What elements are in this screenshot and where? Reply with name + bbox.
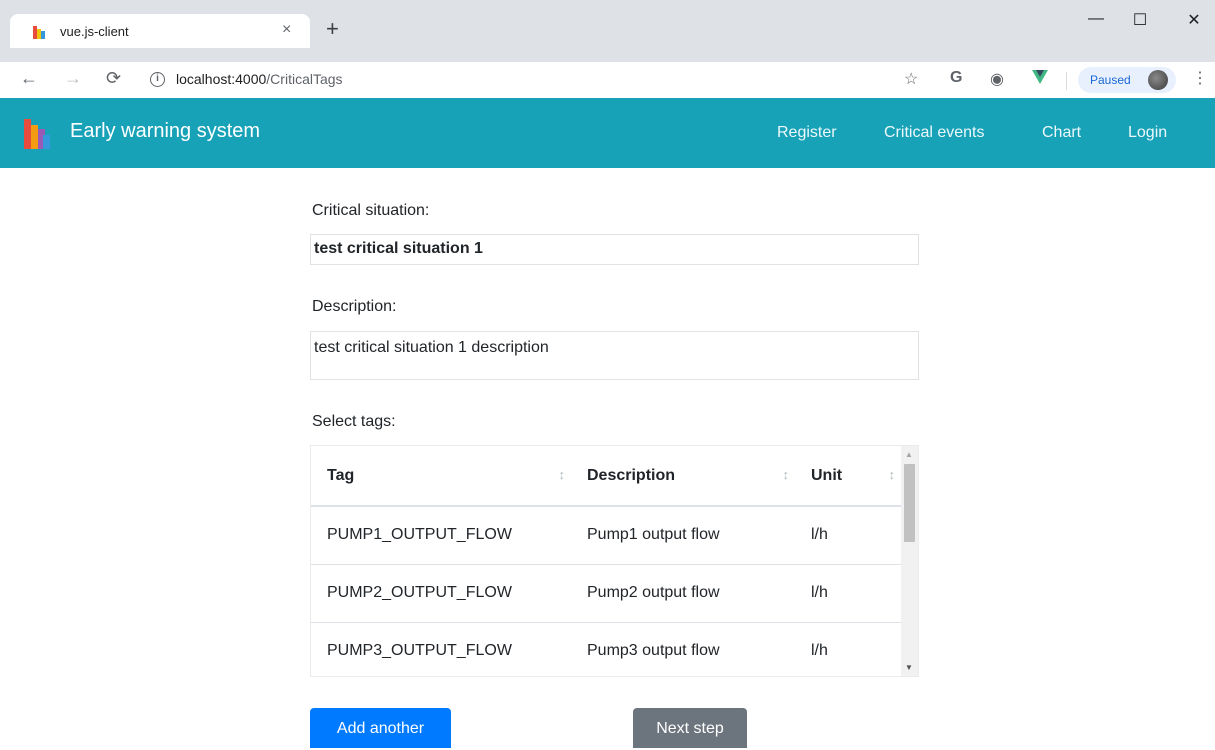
sort-icon[interactable]: ↕ — [889, 467, 896, 482]
menu-dots-icon[interactable]: ⋮ — [1192, 68, 1208, 88]
extension-icon[interactable]: ◉ — [990, 69, 1004, 89]
table-row[interactable]: PUMP3_OUTPUT_FLOW Pump3 output flow l/h — [311, 622, 901, 676]
cell-description: Pump3 output flow — [571, 622, 795, 676]
info-icon[interactable]: i — [150, 72, 165, 87]
column-header-unit[interactable]: Unit ↕ — [795, 446, 901, 507]
app-favicon-icon — [33, 26, 45, 39]
scrollbar-thumb[interactable] — [904, 464, 915, 542]
browser-toolbar: ← → ⟳ i localhost:4000/CriticalTags ☆ G … — [0, 62, 1215, 98]
window-close-icon[interactable]: ✕ — [1184, 10, 1204, 30]
new-tab-icon[interactable]: + — [326, 18, 339, 40]
column-header-label: Unit — [811, 466, 843, 484]
vue-devtools-icon[interactable] — [1032, 70, 1048, 84]
select-tags-label: Select tags: — [312, 413, 396, 430]
tab-close-icon[interactable]: × — [282, 21, 291, 39]
column-header-description[interactable]: Description ↕ — [571, 446, 795, 507]
table-header-row: Tag ↕ Description ↕ Unit ↕ — [311, 446, 901, 507]
google-icon[interactable]: G — [950, 69, 962, 87]
critical-situation-label: Critical situation: — [312, 202, 430, 219]
sort-icon[interactable]: ↕ — [783, 467, 790, 482]
scroll-down-icon[interactable]: ▼ — [905, 663, 913, 672]
browser-tab[interactable]: vue.js-client × — [10, 14, 310, 48]
profile-status: Paused — [1090, 73, 1131, 87]
critical-situation-field[interactable]: test critical situation 1 — [310, 234, 919, 265]
cell-tag: PUMP1_OUTPUT_FLOW — [311, 506, 571, 565]
add-another-button[interactable]: Add another — [310, 708, 451, 748]
description-field[interactable]: test critical situation 1 description — [310, 331, 919, 380]
nav-link-register[interactable]: Register — [777, 124, 837, 142]
column-header-label: Tag — [327, 466, 355, 484]
avatar — [1148, 70, 1168, 90]
address-bar[interactable]: localhost:4000/CriticalTags — [176, 71, 343, 87]
cell-unit: l/h — [795, 506, 901, 565]
scroll-up-icon[interactable]: ▲ — [905, 450, 913, 459]
cell-description: Pump1 output flow — [571, 506, 795, 565]
description-label: Description: — [312, 298, 397, 315]
table-scrollbar[interactable]: ▲ ▼ — [901, 446, 918, 676]
window-minimize-icon[interactable]: — — [1086, 10, 1106, 28]
nav-link-chart[interactable]: Chart — [1042, 124, 1081, 142]
nav-link-login[interactable]: Login — [1128, 124, 1167, 142]
tags-table: Tag ↕ Description ↕ Unit ↕ PUMP1_OUTPUT_FLO… — [310, 445, 919, 677]
cell-unit: l/h — [795, 564, 901, 623]
back-arrow-icon[interactable]: ← — [20, 68, 38, 89]
browser-tab-strip: vue.js-client × + — ☐ ✕ — [0, 0, 1215, 62]
url-host: localhost:4000 — [176, 71, 267, 87]
app-navbar: Early warning system Register Critical e… — [0, 98, 1215, 168]
cell-tag: PUMP2_OUTPUT_FLOW — [311, 564, 571, 623]
table-row[interactable]: PUMP1_OUTPUT_FLOW Pump1 output flow l/h — [311, 506, 901, 565]
brand-logo-icon — [24, 113, 50, 149]
column-header-label: Description — [587, 466, 676, 484]
reload-icon[interactable]: ⟳ — [106, 68, 121, 89]
sort-icon[interactable]: ↕ — [559, 467, 566, 482]
table-row[interactable]: PUMP2_OUTPUT_FLOW Pump2 output flow l/h — [311, 564, 901, 623]
brand-title[interactable]: Early warning system — [70, 120, 260, 143]
star-icon[interactable]: ☆ — [904, 69, 918, 89]
cell-tag: PUMP3_OUTPUT_FLOW — [311, 622, 571, 676]
nav-link-critical-events[interactable]: Critical events — [884, 124, 984, 142]
toolbar-divider — [1066, 72, 1067, 90]
profile-button[interactable]: Paused — [1078, 67, 1176, 93]
tab-title: vue.js-client — [60, 24, 129, 39]
cell-description: Pump2 output flow — [571, 564, 795, 623]
cell-unit: l/h — [795, 622, 901, 676]
next-step-button[interactable]: Next step — [633, 708, 747, 748]
column-header-tag[interactable]: Tag ↕ — [311, 446, 571, 507]
forward-arrow-icon[interactable]: → — [64, 68, 82, 89]
url-path: /CriticalTags — [266, 71, 343, 87]
window-maximize-icon[interactable]: ☐ — [1130, 10, 1150, 30]
